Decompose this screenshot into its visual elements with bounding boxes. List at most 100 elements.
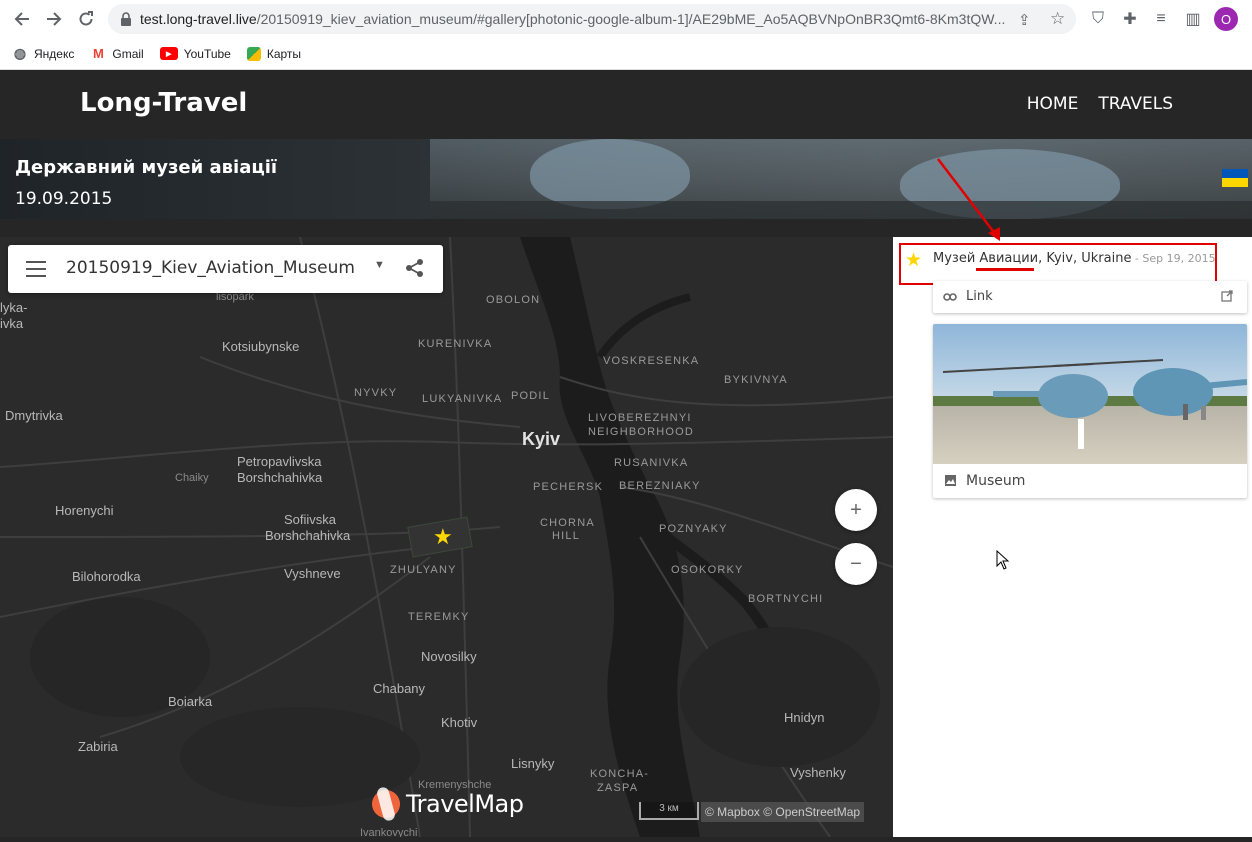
travelmap-logo-icon bbox=[366, 784, 406, 824]
travelmap-logo[interactable]: TravelMap bbox=[366, 784, 524, 824]
map-label: ivka bbox=[0, 316, 24, 331]
map-label: NEIGHBORHOOD bbox=[588, 426, 695, 438]
map-label: ZASPA bbox=[597, 782, 639, 794]
map-label: Kotsiubynske bbox=[222, 339, 300, 354]
side-panel-icon[interactable]: ▥ bbox=[1182, 8, 1204, 30]
map-label: ZHULYANY bbox=[390, 564, 457, 576]
map-label: Vyshneve bbox=[284, 566, 341, 581]
map-label: Novosilky bbox=[421, 649, 477, 664]
shield-extension-icon[interactable]: ⛉ bbox=[1087, 8, 1109, 30]
puzzle-extensions-icon[interactable]: ✚ bbox=[1119, 8, 1141, 30]
map-label: KONCHA- bbox=[590, 768, 650, 780]
map-scale: 3 км bbox=[639, 802, 699, 820]
reload-icon[interactable] bbox=[74, 7, 98, 31]
gmail-icon: M bbox=[92, 46, 104, 61]
map-label: Borshchahivka bbox=[237, 470, 323, 485]
map-label: Bilohorodka bbox=[72, 569, 141, 584]
map-label: KURENIVKA bbox=[418, 338, 493, 350]
back-arrow-icon[interactable] bbox=[10, 7, 34, 31]
map-label: Borshchahivka bbox=[265, 528, 351, 543]
map-label: Vyshenky bbox=[790, 765, 846, 780]
map-label: Dmytrivka bbox=[5, 408, 63, 423]
travelmap-logo-text: TravelMap bbox=[406, 790, 524, 818]
map-label: PECHERSK bbox=[533, 481, 604, 493]
lock-icon bbox=[121, 12, 131, 26]
bookmark-label: Яндекс bbox=[34, 46, 75, 61]
bookmark-youtube[interactable]: ▶ YouTube bbox=[159, 46, 231, 61]
profile-avatar[interactable]: O bbox=[1214, 7, 1238, 31]
bookmark-label: Gmail bbox=[112, 46, 144, 61]
bookmark-maps[interactable]: Карты bbox=[246, 46, 302, 61]
museum-photo[interactable] bbox=[933, 324, 1247, 464]
link-card[interactable]: Link bbox=[933, 281, 1247, 313]
mouse-cursor-icon bbox=[996, 550, 1010, 570]
annotation-highlight-box bbox=[899, 243, 1217, 285]
map-label: Khotiv bbox=[441, 715, 478, 730]
url-text: test.long-travel.live/20150919_kiev_avia… bbox=[140, 11, 1006, 27]
page-title: Державний музей авіації bbox=[15, 157, 278, 178]
page-date: 19.09.2015 bbox=[15, 189, 113, 209]
page-bottom-bar bbox=[0, 837, 1252, 842]
map-view[interactable]: lisopark lyka- ivka Kotsiubynske OBOLON … bbox=[0, 237, 893, 837]
map-label: Chaiky bbox=[175, 472, 209, 484]
bookmark-gmail[interactable]: M Gmail bbox=[90, 46, 144, 62]
map-label: Lisnyky bbox=[511, 756, 555, 771]
hero-ground bbox=[430, 201, 1252, 219]
ukraine-flag-icon bbox=[1222, 169, 1248, 187]
zoom-in-button[interactable]: + bbox=[835, 489, 877, 531]
bookmark-label: Карты bbox=[266, 46, 302, 61]
map-label: PODIL bbox=[511, 390, 551, 402]
menu-icon[interactable] bbox=[26, 261, 46, 277]
map-attribution[interactable]: © Mapbox © OpenStreetMap bbox=[701, 802, 865, 822]
nav-home[interactable]: HOME bbox=[1027, 94, 1079, 114]
bookmark-label: YouTube bbox=[183, 46, 231, 61]
bookmarks-bar: ◍ Яндекс M Gmail ▶ YouTube Карты bbox=[0, 38, 1252, 70]
share-page-icon[interactable]: ⇪ bbox=[1018, 11, 1031, 29]
map-label: Sofiivska bbox=[284, 512, 337, 527]
map-label: TEREMKY bbox=[408, 611, 470, 623]
map-label-kyiv: Kyiv bbox=[522, 429, 561, 449]
globe-icon: ◍ bbox=[13, 45, 27, 61]
link-label: Link bbox=[966, 289, 993, 304]
share-icon[interactable] bbox=[404, 257, 426, 279]
zoom-out-button[interactable]: − bbox=[835, 543, 877, 585]
map-label: HILL bbox=[552, 530, 581, 542]
nav-travels[interactable]: TRAVELS bbox=[1098, 94, 1173, 114]
site-logo[interactable]: Long-Travel bbox=[80, 88, 247, 118]
external-link-icon[interactable] bbox=[1221, 290, 1233, 305]
site-nav: HOME TRAVELS bbox=[1027, 94, 1173, 114]
map-label: OBOLON bbox=[486, 294, 541, 306]
media-control-icon[interactable]: ≡ bbox=[1150, 8, 1172, 30]
chevron-down-icon[interactable]: ▼ bbox=[374, 259, 385, 271]
header-spacer bbox=[0, 219, 1252, 237]
map-label: BEREZNIAKY bbox=[619, 480, 701, 492]
map-label: Chabany bbox=[373, 681, 426, 696]
browser-toolbar: test.long-travel.live/20150919_kiev_avia… bbox=[0, 0, 1252, 38]
bookmark-star-icon[interactable]: ☆ bbox=[1050, 9, 1065, 29]
map-label: OSOKORKY bbox=[671, 564, 744, 576]
map-label: Horenychi bbox=[55, 503, 114, 518]
map-label: Petropavlivska bbox=[237, 454, 322, 469]
album-card: 20150919_Kiev_Aviation_Museum ▼ bbox=[8, 245, 443, 293]
map-label: NYVKY bbox=[354, 387, 398, 399]
map-label: Boiarka bbox=[168, 694, 213, 709]
album-title[interactable]: 20150919_Kiev_Aviation_Museum bbox=[66, 258, 355, 278]
map-label: VOSKRESENKA bbox=[603, 355, 700, 367]
bookmark-yandex[interactable]: ◍ Яндекс bbox=[12, 45, 75, 62]
forward-arrow-icon[interactable] bbox=[42, 7, 66, 31]
location-star-marker[interactable]: ★ bbox=[433, 526, 453, 548]
maps-icon bbox=[246, 46, 261, 61]
map-label: Ivankovychi bbox=[360, 827, 418, 837]
map-label: Hnidyn bbox=[784, 710, 825, 725]
map-label: POZNYAKY bbox=[659, 523, 728, 535]
image-icon bbox=[944, 474, 957, 490]
map-label: LUKYANIVKA bbox=[422, 393, 503, 405]
site-header: Long-Travel HOME TRAVELS bbox=[0, 70, 1252, 139]
address-bar[interactable]: test.long-travel.live/20150919_kiev_avia… bbox=[108, 4, 1076, 34]
map-label: LIVOBEREZHNYI bbox=[588, 412, 692, 424]
map-label: Zabiria bbox=[78, 739, 118, 754]
photo-card[interactable]: Museum bbox=[933, 324, 1247, 498]
hero-helicopter bbox=[530, 139, 690, 209]
map-label: RUSANIVKA bbox=[614, 457, 689, 469]
link-icon bbox=[943, 289, 957, 305]
